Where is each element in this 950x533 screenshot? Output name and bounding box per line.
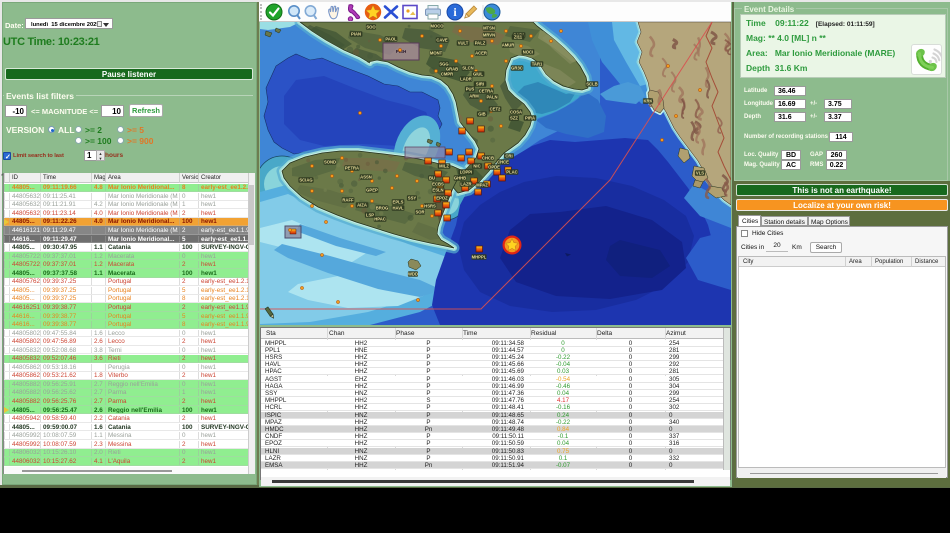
svg-text:NOCI: NOCI (523, 50, 533, 55)
svg-text:LADR: LADR (460, 77, 472, 82)
svg-text:MRVN: MRVN (483, 33, 495, 38)
svg-text:ECBS: ECBS (432, 182, 444, 187)
svg-text:GPEP: GPEP (366, 188, 378, 193)
svg-text:MOCO: MOCO (430, 24, 444, 29)
svg-text:CET2: CET2 (490, 107, 501, 112)
svg-text:PETRA: PETRA (345, 166, 359, 171)
svg-text:MHPPL: MHPPL (472, 255, 487, 260)
svg-text:CRI: CRI (505, 154, 512, 159)
svg-text:LSP: LSP (366, 213, 374, 218)
svg-text:NIC: NIC (473, 164, 480, 169)
svg-text:WDD: WDD (408, 272, 418, 277)
svg-text:AIZA: AIZA (357, 203, 367, 208)
svg-text:PIAN: PIAN (351, 32, 361, 37)
svg-text:ARM: ARM (469, 94, 479, 99)
svg-text:COSA: COSA (510, 110, 522, 115)
svg-text:RAFF: RAFF (342, 198, 354, 203)
svg-text:EPLS: EPLS (393, 200, 404, 205)
svg-text:TAR1: TAR1 (532, 62, 543, 67)
svg-text:LOPPI: LOPPI (460, 170, 473, 175)
svg-text:MPAZ: MPAZ (476, 183, 488, 188)
svg-text:SOR: SOR (415, 210, 424, 215)
svg-text:SLCN: SLCN (462, 66, 473, 71)
svg-text:GIB: GIB (478, 112, 485, 117)
svg-text:MILZ: MILZ (439, 164, 449, 169)
svg-text:SSY: SSY (408, 196, 417, 201)
svg-text:SOO: SOO (366, 25, 376, 30)
svg-text:SIRI: SIRI (476, 82, 484, 87)
svg-text:ACER: ACER (475, 51, 487, 56)
svg-text:GR3C: GR3C (511, 66, 523, 71)
svg-text:PUS: PUS (466, 87, 475, 92)
svg-text:ESLN: ESLN (432, 188, 443, 193)
svg-text:ZI11: ZI11 (514, 35, 523, 40)
svg-text:CMPR: CMPR (441, 72, 453, 77)
svg-text:LAZR: LAZR (460, 182, 471, 187)
svg-text:CAVE: CAVE (436, 38, 448, 43)
svg-text:SOND: SOND (324, 160, 336, 165)
svg-text:SCLB: SCLB (586, 82, 597, 87)
svg-text:HSRS: HSRS (424, 204, 436, 209)
svg-text:MTSN: MTSN (483, 26, 495, 31)
svg-text:SZZ: SZZ (510, 116, 518, 121)
svg-text:AMUR: AMUR (502, 43, 515, 48)
svg-text:EPOZ: EPOZ (436, 196, 448, 201)
svg-text:MONT: MONT (430, 51, 443, 56)
svg-text:OPDE: OPDE (488, 165, 500, 170)
svg-text:PALN: PALN (486, 95, 497, 100)
svg-text:ASSN: ASSN (360, 175, 372, 180)
svg-text:HAVL: HAVL (392, 206, 404, 211)
svg-text:BROG: BROG (376, 206, 389, 211)
svg-text:BU: BU (429, 176, 435, 181)
svg-text:CHCB: CHCB (482, 156, 494, 161)
svg-text:SCIAG: SCIAG (299, 178, 312, 183)
svg-text:PALZ: PALZ (475, 41, 486, 46)
svg-text:VLS: VLS (696, 171, 704, 176)
svg-text:GIUL: GIUL (473, 72, 483, 77)
svg-text:PAOL: PAOL (385, 37, 397, 42)
svg-text:VULT: VULT (458, 41, 469, 46)
svg-text:CETRA: CETRA (479, 89, 493, 94)
svg-text:GHHB: GHHB (454, 176, 466, 181)
svg-text:PIRA: PIRA (525, 116, 535, 121)
svg-text:HPAC: HPAC (374, 217, 386, 222)
svg-text:KRK: KRK (643, 99, 652, 104)
svg-text:PLAC: PLAC (506, 170, 517, 175)
